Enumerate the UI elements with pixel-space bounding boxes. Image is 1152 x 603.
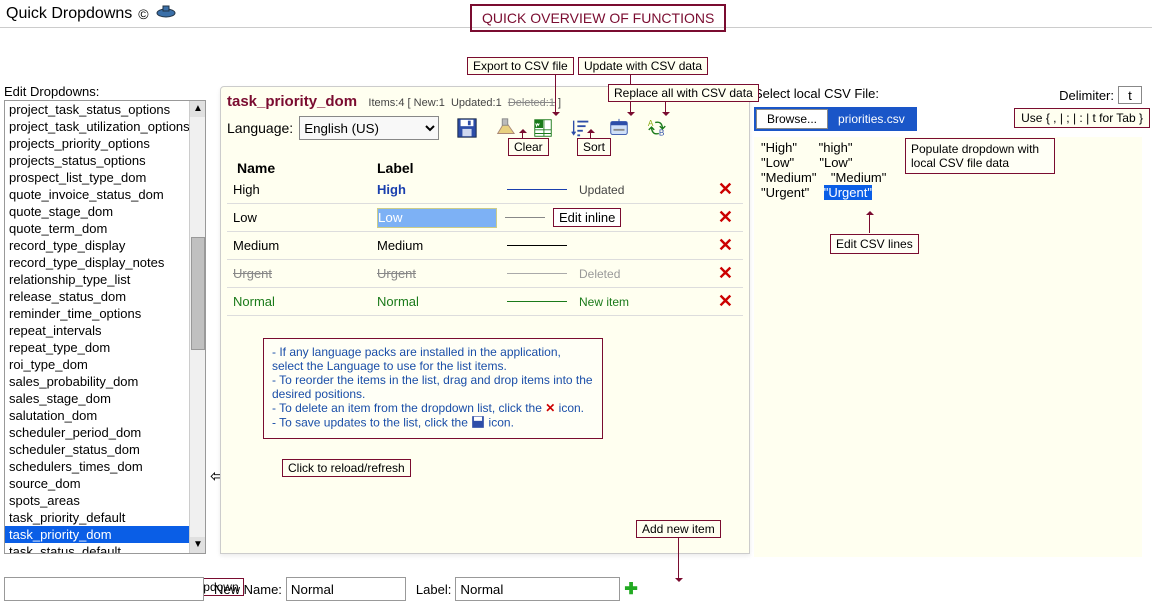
- callout-update: Update with CSV data: [578, 57, 708, 75]
- sidebar-title: Edit Dropdowns:: [4, 84, 99, 99]
- language-select[interactable]: English (US): [299, 116, 439, 140]
- delimiter-input[interactable]: [1118, 86, 1142, 104]
- overview-title: QUICK OVERVIEW OF FUNCTIONS: [470, 4, 726, 32]
- csv-line[interactable]: "Urgent" "Urgent": [761, 185, 1135, 200]
- app-title: Quick Dropdowns: [6, 5, 132, 23]
- row-name: Low: [227, 210, 377, 225]
- sidebar-item[interactable]: source_dom: [5, 475, 205, 492]
- sidebar-item[interactable]: projects_priority_options: [5, 135, 205, 152]
- row-name: High: [227, 182, 377, 197]
- add-item-icon[interactable]: ✚: [624, 579, 637, 599]
- sidebar-item[interactable]: quote_term_dom: [5, 220, 205, 237]
- row-status: Deleted: [579, 267, 659, 281]
- sidebar-item[interactable]: repeat_type_dom: [5, 339, 205, 356]
- save-inline-icon: [471, 418, 485, 432]
- csv-panel: Select local CSV File: Delimiter: Browse…: [754, 86, 1148, 557]
- sidebar-item[interactable]: sales_stage_dom: [5, 390, 205, 407]
- app-logo-icon: [155, 4, 177, 23]
- row-label-input[interactable]: [377, 208, 497, 228]
- browse-button[interactable]: Browse...: [756, 109, 828, 129]
- sidebar-item[interactable]: scheduler_period_dom: [5, 424, 205, 441]
- sidebar-item[interactable]: spots_areas: [5, 492, 205, 509]
- table-row[interactable]: NormalNormal New item ✕: [227, 288, 743, 316]
- row-name: Medium: [227, 238, 377, 253]
- sidebar-item[interactable]: task_status_default: [5, 543, 205, 553]
- sidebar-item[interactable]: scheduler_status_dom: [5, 441, 205, 458]
- csv-textarea[interactable]: "High" "high""Low" "Low""Medium" "Medium…: [754, 137, 1142, 557]
- row-label[interactable]: Urgent: [377, 266, 507, 281]
- row-name: Normal: [227, 294, 377, 309]
- table-row[interactable]: Low Edit inline ✕: [227, 204, 743, 232]
- dom-name-title: task_priority_dom: [227, 93, 357, 110]
- sidebar-item[interactable]: task_priority_default: [5, 509, 205, 526]
- sidebar-item[interactable]: task_priority_dom: [5, 526, 205, 543]
- column-name-header: Name: [227, 160, 377, 176]
- callout-clear: Clear: [508, 138, 549, 156]
- copyright-symbol: ©: [138, 6, 148, 22]
- scroll-up-icon[interactable]: ▲: [190, 101, 206, 117]
- new-name-label: New Name:: [214, 582, 282, 597]
- save-icon[interactable]: [455, 116, 479, 140]
- callout-replace: Replace all with CSV data: [608, 84, 759, 102]
- row-label[interactable]: High: [377, 182, 507, 197]
- help-box: - If any language packs are installed in…: [263, 338, 603, 439]
- sidebar-item[interactable]: prospect_list_type_dom: [5, 169, 205, 186]
- callout-delim-hint: Use { , | ; | : | t for Tab }: [1014, 108, 1150, 128]
- callout-sort: Sort: [577, 138, 611, 156]
- svg-text:B: B: [659, 128, 665, 137]
- row-status: Updated: [579, 183, 659, 197]
- row-label[interactable]: Medium: [377, 238, 507, 253]
- sidebar-item[interactable]: project_task_status_options: [5, 101, 205, 118]
- csv-filename: priorities.csv: [828, 109, 915, 129]
- editor-panel: task_priority_dom Items:4 [ New:1 Update…: [220, 86, 750, 554]
- dropdown-list[interactable]: project_task_status_optionsproject_task_…: [4, 100, 206, 554]
- edit-inline-badge: Edit inline: [553, 208, 621, 227]
- row-name: Urgent: [227, 266, 377, 281]
- delete-row-icon[interactable]: ✕: [718, 179, 733, 200]
- row-label[interactable]: Normal: [377, 294, 507, 309]
- language-label: Language:: [227, 120, 293, 136]
- sidebar-item[interactable]: projects_status_options: [5, 152, 205, 169]
- delete-row-icon[interactable]: ✕: [718, 235, 733, 256]
- callout-populate: Populate dropdown with local CSV file da…: [905, 138, 1055, 174]
- table-row[interactable]: MediumMedium ✕: [227, 232, 743, 260]
- callout-export: Export to CSV file: [467, 57, 574, 75]
- scroll-down-icon[interactable]: ▼: [190, 537, 206, 553]
- sidebar-item[interactable]: reminder_time_options: [5, 305, 205, 322]
- sidebar-item[interactable]: project_task_utilization_options: [5, 118, 205, 135]
- delimiter-label: Delimiter:: [1059, 88, 1114, 103]
- sidebar-item[interactable]: relationship_type_list: [5, 271, 205, 288]
- select-csv-label: Select local CSV File:: [754, 86, 879, 101]
- sidebar-item[interactable]: record_type_display: [5, 237, 205, 254]
- callout-reload: Click to reload/refresh: [282, 459, 411, 477]
- create-dropdown-input[interactable]: [4, 577, 204, 601]
- sidebar-item[interactable]: roi_type_dom: [5, 356, 205, 373]
- new-label-input[interactable]: [455, 577, 620, 601]
- delete-row-icon[interactable]: ✕: [718, 263, 733, 284]
- sidebar-item[interactable]: sales_probability_dom: [5, 373, 205, 390]
- new-label-label: Label:: [416, 582, 451, 597]
- callout-edit-csv: Edit CSV lines: [830, 234, 919, 254]
- table-row[interactable]: UrgentUrgent Deleted ✕: [227, 260, 743, 288]
- row-status: New item: [579, 295, 659, 309]
- sidebar-item[interactable]: quote_stage_dom: [5, 203, 205, 220]
- items-meta: Items:4 [ New:1 Updated:1 Deleted:1 ]: [368, 97, 561, 109]
- column-label-header: Label: [377, 160, 527, 176]
- sidebar-item[interactable]: salutation_dom: [5, 407, 205, 424]
- callout-add-item: Add new item: [636, 520, 721, 538]
- sidebar-item[interactable]: repeat_intervals: [5, 322, 205, 339]
- sidebar-item[interactable]: schedulers_times_dom: [5, 458, 205, 475]
- delete-row-icon[interactable]: ✕: [718, 207, 733, 228]
- delete-x-icon: ✕: [545, 401, 555, 415]
- sidebar-scrollbar[interactable]: ▲ ▼: [189, 101, 205, 553]
- sidebar-item[interactable]: release_status_dom: [5, 288, 205, 305]
- scroll-thumb[interactable]: [191, 237, 205, 350]
- table-row[interactable]: HighHigh Updated ✕: [227, 176, 743, 204]
- new-name-input[interactable]: [286, 577, 406, 601]
- sidebar-item[interactable]: quote_invoice_status_dom: [5, 186, 205, 203]
- clear-icon[interactable]: [493, 116, 517, 140]
- delete-row-icon[interactable]: ✕: [718, 291, 733, 312]
- sidebar-item[interactable]: record_type_display_notes: [5, 254, 205, 271]
